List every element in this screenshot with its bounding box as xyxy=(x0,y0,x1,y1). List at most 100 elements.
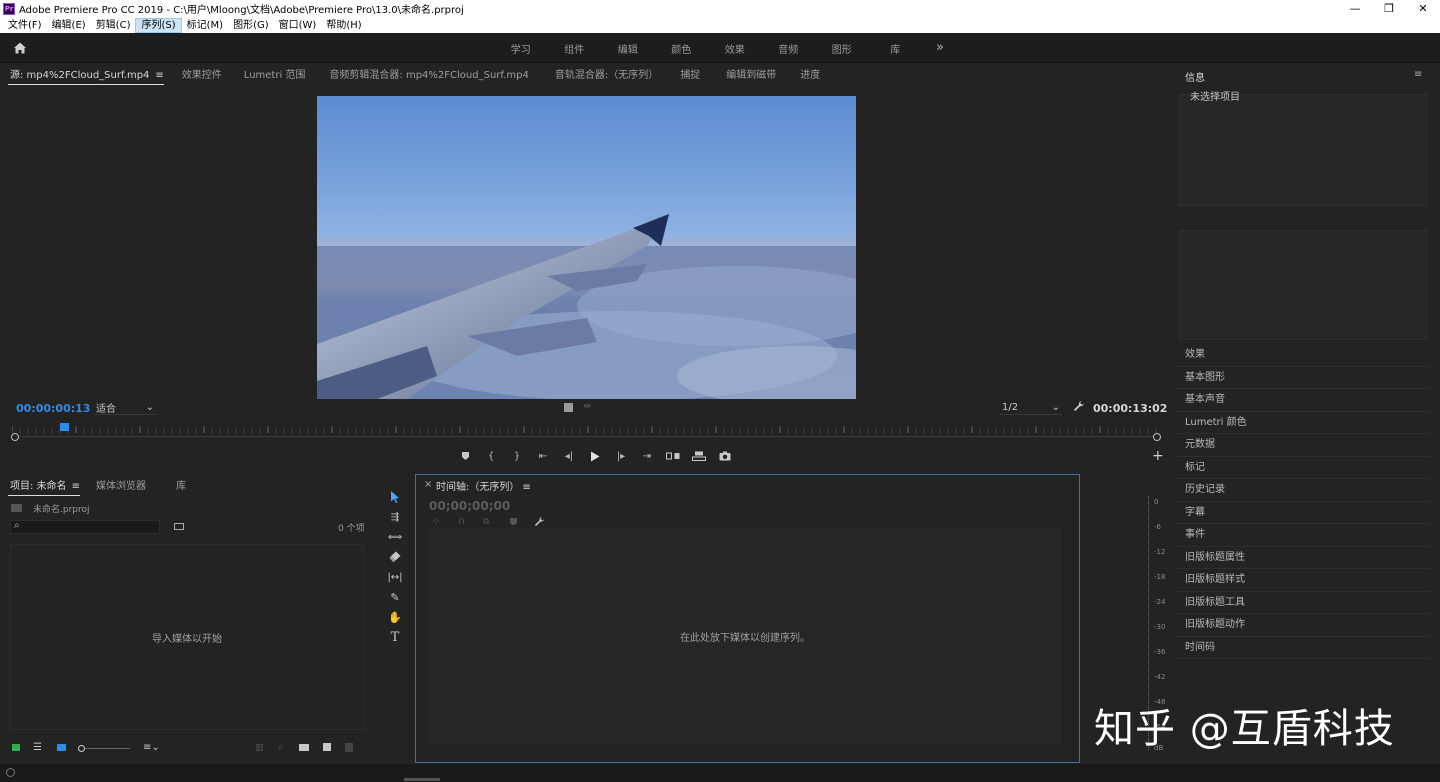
panel-effects[interactable]: 效果 xyxy=(1176,344,1430,367)
ripple-edit-tool-icon[interactable]: ⟺ xyxy=(386,528,404,546)
new-bin-icon[interactable] xyxy=(299,744,309,751)
workspace-color[interactable]: 颜色 xyxy=(655,41,709,56)
tab-source[interactable]: 源: mp4%2FCloud_Surf.mp4 ≡ xyxy=(0,65,172,87)
panel-metadata[interactable]: 元数据 xyxy=(1176,434,1430,457)
video-preview[interactable] xyxy=(317,96,856,399)
new-item-icon[interactable] xyxy=(323,743,331,751)
menu-help[interactable]: 帮助(H) xyxy=(321,18,366,33)
snap-icon[interactable]: ∩ xyxy=(458,516,465,527)
resolution-dropdown[interactable]: 1/2 ⌄ xyxy=(1000,401,1062,415)
workspace-learn[interactable]: 学习 xyxy=(494,41,548,56)
timeline-timecode[interactable]: 00;00;00;00 xyxy=(429,499,510,513)
step-forward-icon[interactable]: |▸ xyxy=(608,447,634,465)
project-drop-area[interactable]: 导入媒体以开始 xyxy=(10,544,364,730)
panel-essential-sound[interactable]: 基本声音 xyxy=(1176,389,1430,412)
go-to-in-icon[interactable]: ⇤ xyxy=(530,447,556,465)
play-icon[interactable] xyxy=(582,447,608,465)
list-view-icon[interactable]: ☰ xyxy=(33,742,42,753)
panel-menu-icon[interactable]: ≡ xyxy=(72,481,80,492)
sort-icon[interactable]: ≡⌄ xyxy=(143,742,160,753)
panel-events[interactable]: 事件 xyxy=(1176,524,1430,547)
menu-edit[interactable]: 编辑(E) xyxy=(47,18,91,33)
source-playhead[interactable] xyxy=(60,423,70,431)
close-button[interactable]: ✕ xyxy=(1406,0,1440,17)
workspace-assembly[interactable]: 组件 xyxy=(548,41,602,56)
minimize-button[interactable]: — xyxy=(1338,0,1372,17)
razor-tool-icon[interactable] xyxy=(386,548,404,566)
tab-audio-clip-mixer[interactable]: 音频剪辑混合器: mp4%2FCloud_Surf.mp4 xyxy=(321,65,536,87)
panel-legacy-title-actions[interactable]: 旧版标题动作 xyxy=(1176,614,1430,637)
project-search-input[interactable]: ⌕ xyxy=(10,520,160,534)
find-icon[interactable]: ⌕ xyxy=(278,742,284,753)
nest-toggle-icon[interactable]: ⊹ xyxy=(432,517,440,527)
tab-media-browser[interactable]: 媒体浏览器 xyxy=(88,476,154,498)
panel-history[interactable]: 历史记录 xyxy=(1176,479,1430,502)
panel-legacy-title-styles[interactable]: 旧版标题样式 xyxy=(1176,569,1430,592)
timeline-drop-area[interactable]: 在此处放下媒体以创建序列。 xyxy=(428,527,1062,745)
workspace-libraries[interactable]: 库 xyxy=(869,41,923,56)
drag-audio-video-icon[interactable]: ⇹ xyxy=(583,401,591,412)
timeline-close-icon[interactable]: × xyxy=(424,479,432,490)
menu-graphics[interactable]: 图形(G) xyxy=(228,18,274,33)
icon-view-icon[interactable] xyxy=(57,744,66,751)
zoom-slider[interactable] xyxy=(78,745,130,752)
overwrite-icon[interactable] xyxy=(686,447,712,465)
export-frame-icon[interactable] xyxy=(712,447,738,465)
tab-audio-track-mixer[interactable]: 音轨混合器:（无序列） xyxy=(547,65,666,87)
panel-resize-handle[interactable] xyxy=(404,778,440,781)
track-select-tool-icon[interactable]: ⇶ xyxy=(386,508,404,526)
add-marker-icon[interactable] xyxy=(452,447,478,465)
new-search-bin-icon[interactable] xyxy=(174,523,184,530)
workspace-more-icon[interactable]: » xyxy=(936,40,944,55)
slip-tool-icon[interactable]: |↔| xyxy=(386,568,404,586)
mark-in-icon[interactable]: { xyxy=(478,447,504,465)
panel-essential-graphics[interactable]: 基本图形 xyxy=(1176,367,1430,389)
tab-libraries[interactable]: 库 xyxy=(168,476,194,498)
clear-icon[interactable] xyxy=(345,743,353,752)
panel-timecode[interactable]: 时间码 xyxy=(1176,637,1430,659)
tab-timeline[interactable]: 时间轴:（无序列） ≡ xyxy=(436,478,531,493)
fit-dropdown[interactable]: 适合 ⌄ xyxy=(94,401,156,415)
menu-markers[interactable]: 标记(M) xyxy=(182,18,228,33)
panel-captions[interactable]: 字幕 xyxy=(1176,502,1430,524)
tab-progress[interactable]: 进度 xyxy=(792,65,828,87)
source-time-ruler[interactable] xyxy=(11,424,1160,436)
step-back-icon[interactable]: ◂| xyxy=(556,447,582,465)
selection-tool-icon[interactable] xyxy=(386,488,404,506)
tab-project[interactable]: 项目: 未命名 ≡ xyxy=(0,476,88,498)
panel-legacy-title-properties[interactable]: 旧版标题属性 xyxy=(1176,547,1430,569)
automate-to-sequence-icon[interactable]: ▥ xyxy=(255,743,264,753)
wrench-icon[interactable] xyxy=(1073,400,1085,412)
restore-button[interactable]: ❐ xyxy=(1372,0,1406,17)
zoom-slider-handle[interactable] xyxy=(78,745,85,752)
workspace-audio[interactable]: 音频 xyxy=(762,41,816,56)
info-panel-menu-icon[interactable]: ≡ xyxy=(1414,69,1422,80)
workspace-effects[interactable]: 效果 xyxy=(708,41,762,56)
mark-out-icon[interactable]: } xyxy=(504,447,530,465)
panel-markers[interactable]: 标记 xyxy=(1176,457,1430,479)
add-marker-icon[interactable] xyxy=(510,518,517,525)
workspace-editing[interactable]: 编辑 xyxy=(601,41,655,56)
menu-sequence[interactable]: 序列(S) xyxy=(135,17,182,33)
tab-capture[interactable]: 捕捉 xyxy=(672,65,708,87)
tab-lumetri-scopes[interactable]: Lumetri 范围 xyxy=(236,65,314,87)
linked-selection-icon[interactable]: ⧉ xyxy=(483,517,489,527)
source-playhead-timecode[interactable]: 00:00:00:13 xyxy=(16,402,90,415)
hand-tool-icon[interactable]: ✋ xyxy=(386,608,404,626)
panel-lumetri-color[interactable]: Lumetri 颜色 xyxy=(1176,412,1430,434)
workspace-graphics[interactable]: 图形 xyxy=(815,41,869,56)
button-editor-plus-icon[interactable]: + xyxy=(1152,448,1164,464)
tab-edit-to-tape[interactable]: 编辑到磁带 xyxy=(718,65,784,87)
go-to-out-icon[interactable]: ⇥ xyxy=(634,447,660,465)
menu-window[interactable]: 窗口(W) xyxy=(274,18,322,33)
panel-legacy-title-tools[interactable]: 旧版标题工具 xyxy=(1176,592,1430,614)
type-tool-icon[interactable]: T xyxy=(386,628,404,646)
pen-tool-icon[interactable]: ✎ xyxy=(386,588,404,606)
menu-file[interactable]: 文件(F) xyxy=(3,18,47,33)
panel-menu-icon[interactable]: ≡ xyxy=(155,70,163,81)
lock-icon[interactable] xyxy=(12,744,20,751)
panel-menu-icon[interactable]: ≡ xyxy=(522,482,530,493)
menu-clip[interactable]: 剪辑(C) xyxy=(91,18,136,33)
home-icon[interactable] xyxy=(12,40,28,56)
safe-margins-icon[interactable] xyxy=(564,403,573,412)
